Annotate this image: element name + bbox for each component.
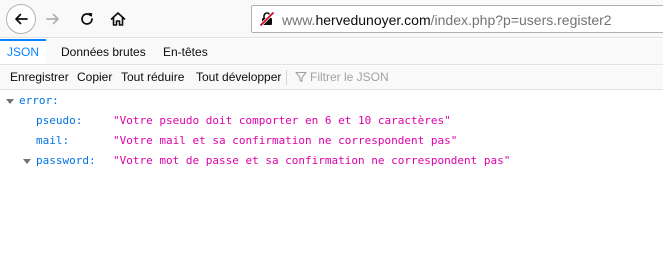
tab-raw-data[interactable]: Données brutes (61, 39, 146, 64)
json-value: "Votre mail et sa confirmation ne corres… (113, 134, 458, 147)
filter-icon (295, 71, 307, 83)
toolbar-divider (286, 70, 287, 85)
arrow-right-icon (46, 13, 59, 25)
viewer-tabs: JSON Données brutes En-têtes (0, 39, 663, 65)
expanded-twisty-icon[interactable] (6, 99, 14, 104)
save-button[interactable]: Enregistrer (10, 66, 69, 89)
tab-json[interactable]: JSON (0, 39, 46, 64)
url-text[interactable]: www.hervedunoyer.com/index.php?p=users.r… (282, 12, 612, 28)
home-button[interactable] (103, 4, 133, 34)
json-value: "Votre pseudo doit comporter en 6 et 10 … (113, 114, 451, 127)
tab-headers[interactable]: En-têtes (163, 39, 208, 64)
url-path: /index.php?p=users.register2 (430, 12, 612, 28)
filter-json-input[interactable] (310, 66, 490, 89)
copy-button[interactable]: Copier (77, 66, 112, 89)
insecure-lock-icon[interactable] (259, 11, 275, 27)
json-key: password: (36, 154, 96, 167)
home-icon (110, 12, 126, 26)
url-prefix: www. (282, 12, 316, 28)
json-key: mail: (36, 134, 70, 147)
json-value: "Votre mot de passe et sa confirmation n… (113, 154, 511, 167)
expand-all-button[interactable]: Tout développer (196, 66, 281, 89)
json-toolbar: Enregistrer Copier Tout réduire Tout dév… (0, 66, 663, 90)
url-domain: hervedunoyer.com (315, 12, 431, 28)
arrow-left-icon (15, 13, 28, 25)
json-key: pseudo: (36, 114, 83, 127)
expanded-twisty-icon[interactable] (23, 159, 31, 164)
navigation-bar: www.hervedunoyer.com/index.php?p=users.r… (0, 0, 663, 38)
json-key: error: (19, 94, 59, 107)
reload-button[interactable] (72, 4, 102, 34)
back-button[interactable] (6, 4, 36, 34)
json-tree: error: pseudo: "Votre pseudo doit compor… (0, 91, 663, 259)
forward-button[interactable] (38, 4, 68, 34)
reload-icon (81, 12, 93, 25)
url-bar[interactable]: www.hervedunoyer.com/index.php?p=users.r… (251, 5, 663, 33)
collapse-all-button[interactable]: Tout réduire (121, 66, 184, 89)
